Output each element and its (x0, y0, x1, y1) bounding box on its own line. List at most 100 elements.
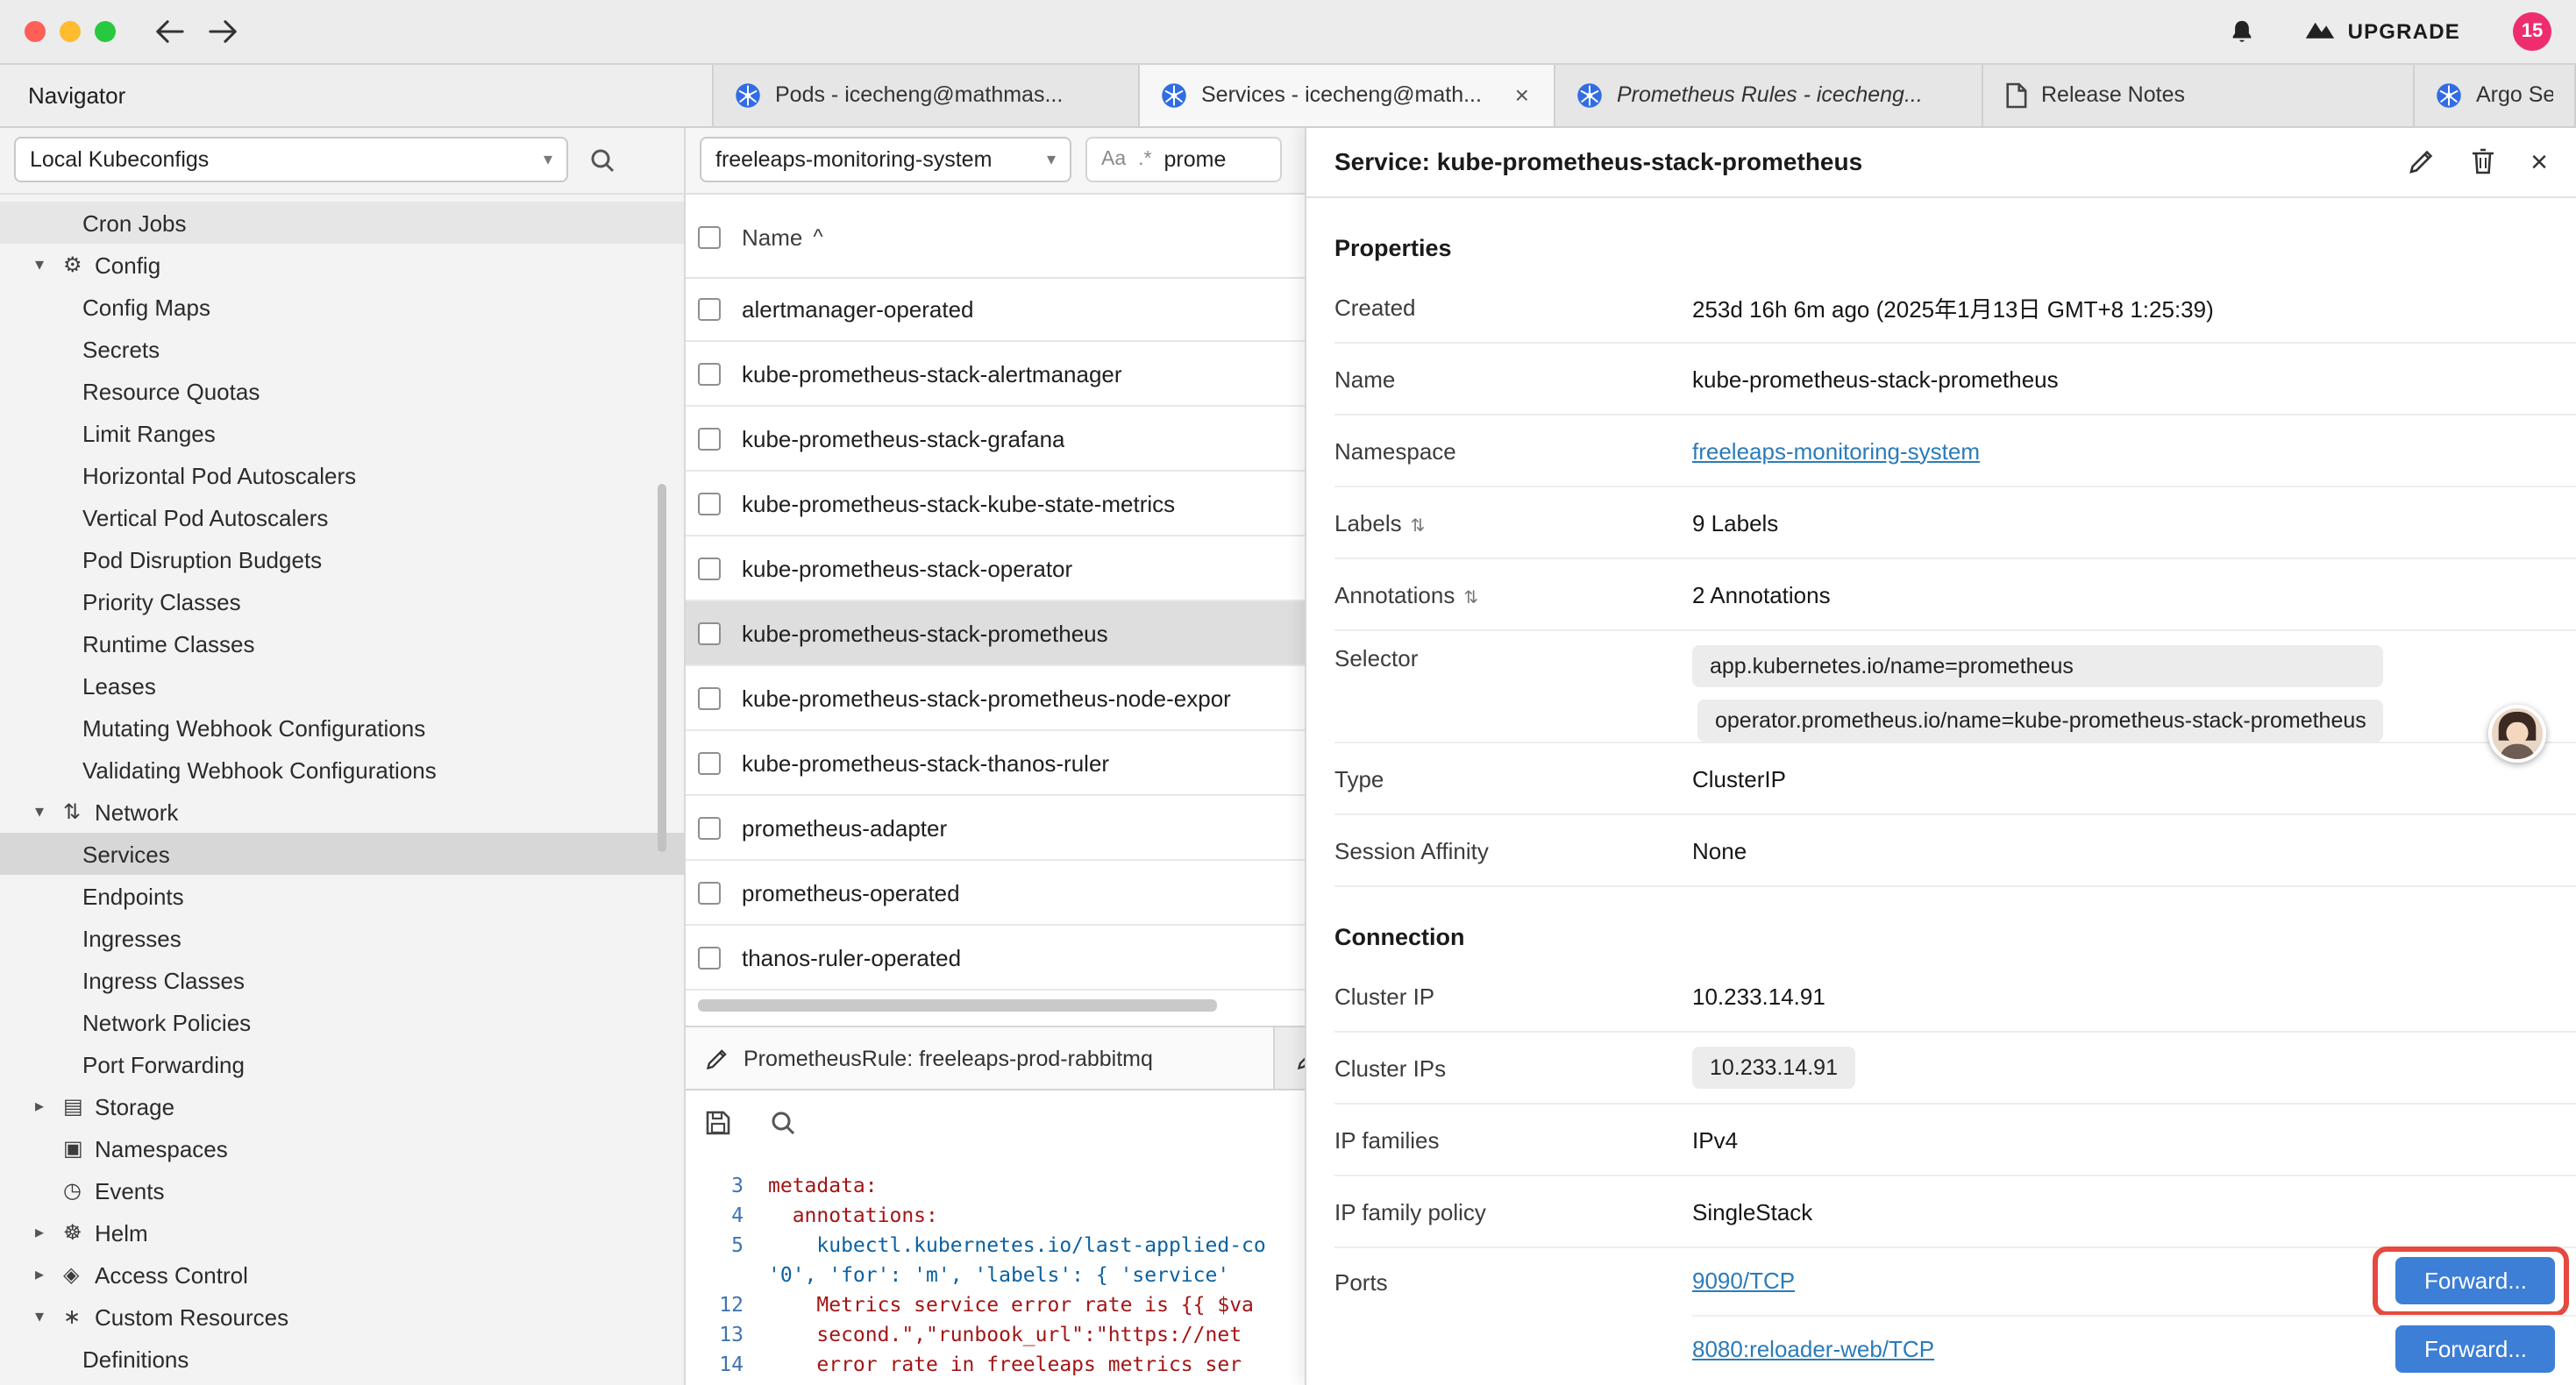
zoom-window-button[interactable] (95, 21, 116, 42)
sidebar-item-horizontal-pod-autoscalers[interactable]: Horizontal Pod Autoscalers (0, 454, 684, 496)
row-checkbox[interactable] (698, 557, 721, 579)
property-value: 253d 16h 6m ago (2025年1月13日 GMT+8 1:25:3… (1692, 290, 2214, 323)
row-checkbox[interactable] (698, 686, 721, 709)
tab-label: Argo Se (2476, 82, 2553, 107)
namespace-link[interactable]: freeleaps-monitoring-system (1692, 437, 1980, 464)
kubernetes-icon (1161, 82, 1187, 108)
sidebar-item-pod-disruption-budgets[interactable]: Pod Disruption Budgets (0, 538, 684, 580)
property-label: IP families (1334, 1126, 1692, 1153)
sidebar-item-cron-jobs[interactable]: Cron Jobs (0, 202, 684, 244)
notification-count-badge[interactable]: 15 (2513, 12, 2551, 51)
table-search-input[interactable]: Aa .* prome (1085, 137, 1282, 182)
kubeconfig-selector[interactable]: Local Kubeconfigs (14, 137, 568, 182)
sidebar-item-priority-classes[interactable]: Priority Classes (0, 580, 684, 622)
forward-button[interactable] (209, 19, 238, 44)
dock-tab-prometheusrule[interactable]: PrometheusRule: freeleaps-prod-rabbitmq (684, 1027, 1275, 1089)
sidebar-item-validating-webhook-configuration[interactable]: Validating Webhook Configurations (0, 749, 684, 791)
sidebar-item-secrets[interactable]: Secrets (0, 328, 684, 370)
row-checkbox[interactable] (698, 816, 721, 839)
row-checkbox[interactable] (698, 362, 721, 385)
chevron-right-icon[interactable]: ▸ (35, 1097, 63, 1116)
sidebar-item-runtime-classes[interactable]: Runtime Classes (0, 622, 684, 664)
expand-annotations-icon[interactable] (1463, 581, 1478, 607)
row-checkbox[interactable] (698, 621, 721, 644)
notifications-bell-icon[interactable] (2229, 18, 2255, 46)
sidebar-item-custom-resources[interactable]: ▾∗Custom Resources (0, 1296, 684, 1338)
sidebar-item-network-policies[interactable]: Network Policies (0, 1001, 684, 1043)
port-forward-button[interactable]: Forward... (2396, 1325, 2555, 1373)
horizontal-scrollbar[interactable] (698, 999, 1217, 1012)
row-checkbox[interactable] (698, 492, 721, 515)
edit-resource-icon[interactable] (2408, 147, 2436, 175)
port-forward-button[interactable]: Forward... (2396, 1258, 2555, 1305)
chevron-down-icon[interactable]: ▾ (35, 802, 63, 821)
chevron-right-icon[interactable]: ▸ (35, 1223, 63, 1242)
row-checkbox[interactable] (698, 297, 721, 320)
delete-resource-icon[interactable] (2471, 147, 2495, 175)
window-titlebar: UPGRADE 15 (0, 0, 2576, 65)
tab-pods-icecheng-mathmas[interactable]: Pods - icecheng@mathmas... (714, 63, 1140, 126)
sidebar-item-ingresses[interactable]: Ingresses (0, 917, 684, 959)
sidebar-item-mutating-webhook-configurations[interactable]: Mutating Webhook Configurations (0, 707, 684, 749)
tab-label: Release Notes (2041, 82, 2185, 107)
back-button[interactable] (154, 19, 184, 44)
sidebar-item-ingress-classes[interactable]: Ingress Classes (0, 959, 684, 1001)
section-properties: Properties (1334, 226, 2576, 272)
sidebar-item-endpoints[interactable]: Endpoints (0, 875, 684, 917)
close-tab-icon[interactable]: × (1512, 81, 1533, 109)
sidebar-item-definitions[interactable]: Definitions (0, 1338, 684, 1380)
row-checkbox[interactable] (698, 881, 721, 904)
expand-labels-icon[interactable] (1411, 509, 1426, 536)
regex-toggle[interactable]: .* (1138, 149, 1151, 170)
minimize-window-button[interactable] (60, 21, 81, 42)
namespace-selector[interactable]: freeleaps-monitoring-system (700, 137, 1071, 182)
sidebar-item-label: Port Forwarding (82, 1051, 245, 1077)
line-number: 14 (684, 1350, 768, 1380)
editor-search-icon[interactable] (770, 1109, 796, 1135)
port-link[interactable]: 9090/TCP (1692, 1268, 1795, 1295)
sidebar-item-config[interactable]: ▾⚙Config (0, 244, 684, 286)
sidebar-item-network[interactable]: ▾⇅Network (0, 791, 684, 833)
tab-prometheus-rules-icecheng[interactable]: Prometheus Rules - icecheng... (1555, 63, 1983, 126)
sidebar-scrollbar[interactable] (658, 484, 666, 852)
sidebar-item-storage[interactable]: ▸▤Storage (0, 1085, 684, 1127)
name-column-header[interactable]: Name (742, 224, 802, 250)
section-connection: Connection (1334, 915, 2576, 961)
chevron-down-icon[interactable]: ▾ (35, 255, 63, 274)
select-all-checkbox[interactable] (698, 225, 721, 248)
sort-ascending-icon[interactable]: ^ (813, 224, 822, 249)
kubernetes-icon (2436, 82, 2462, 108)
kubernetes-icon (735, 82, 761, 108)
sidebar-item-services[interactable]: Services (0, 833, 684, 875)
row-checkbox[interactable] (698, 751, 721, 774)
port-link[interactable]: 8080:reloader-web/TCP (1692, 1336, 1934, 1362)
save-icon[interactable] (705, 1109, 731, 1135)
row-checkbox[interactable] (698, 946, 721, 969)
chevron-down-icon[interactable]: ▾ (35, 1307, 63, 1326)
sidebar-item-port-forwarding[interactable]: Port Forwarding (0, 1043, 684, 1085)
sidebar-item-access-control[interactable]: ▸◈Access Control (0, 1254, 684, 1296)
sidebar-item-label: Access Control (95, 1261, 248, 1288)
sidebar-search-icon[interactable] (589, 146, 616, 173)
upgrade-button[interactable]: UPGRADE (2304, 18, 2460, 46)
sidebar-item-config-maps[interactable]: Config Maps (0, 286, 684, 328)
tab-label: Prometheus Rules - icecheng... (1617, 82, 1923, 107)
sidebar-item-resource-quotas[interactable]: Resource Quotas (0, 370, 684, 412)
chevron-right-icon[interactable]: ▸ (35, 1265, 63, 1284)
close-panel-icon[interactable]: × (2530, 146, 2548, 176)
tab-services-icecheng-math[interactable]: Services - icecheng@math... × (1140, 63, 1555, 126)
labels-count: 9 Labels (1692, 509, 1778, 536)
sidebar-item-leases[interactable]: Leases (0, 664, 684, 707)
row-checkbox[interactable] (698, 427, 721, 450)
close-window-button[interactable] (25, 21, 46, 42)
sidebar-item-vertical-pod-autoscalers[interactable]: Vertical Pod Autoscalers (0, 496, 684, 538)
tab-release-notes[interactable]: Release Notes (1983, 63, 2415, 126)
user-avatar[interactable] (2488, 705, 2546, 763)
match-case-toggle[interactable]: Aa (1101, 149, 1126, 170)
sidebar-item-namespaces[interactable]: ▣Namespaces (0, 1127, 684, 1169)
sidebar-item-limit-ranges[interactable]: Limit Ranges (0, 412, 684, 454)
sidebar-item-helm[interactable]: ▸☸Helm (0, 1211, 684, 1254)
sidebar-item-events[interactable]: ◷Events (0, 1169, 684, 1211)
tab-argo-se[interactable]: Argo Se (2415, 63, 2576, 126)
tab-label: Services - icecheng@math... (1201, 82, 1482, 107)
